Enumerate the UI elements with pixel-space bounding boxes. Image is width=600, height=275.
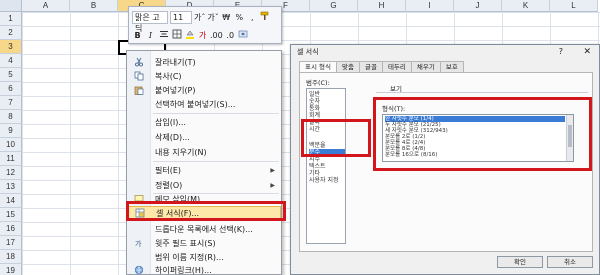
submenu-arrow-icon: ▶	[270, 181, 275, 189]
borders-icon[interactable]	[171, 29, 182, 42]
highlight-type-list	[373, 97, 592, 171]
menu-item-insert[interactable]: 삽입(I)...	[127, 115, 281, 129]
menu-separator	[153, 113, 279, 114]
menu-item-phonetic-field[interactable]: 가 윗주 필드 표시(S)	[127, 236, 281, 250]
category-item[interactable]: 지수	[309, 156, 345, 163]
fill-color-icon[interactable]	[184, 29, 195, 42]
select-all-corner[interactable]	[0, 0, 22, 12]
currency-button[interactable]: ₩	[221, 11, 232, 24]
context-menu: 잘라내기(T) 복사(C) 붙여넣기(P) 선택하여 붙여넣기(S)... 삽입…	[126, 50, 282, 275]
column-header-h[interactable]: H	[358, 0, 406, 12]
category-item[interactable]: 일반	[309, 91, 345, 98]
category-item[interactable]: 통화	[309, 105, 345, 112]
row-header-13[interactable]: 13	[0, 180, 22, 194]
row-header-9[interactable]: 9	[0, 124, 22, 138]
menu-item-paste-special[interactable]: 선택하여 붙여넣기(S)...	[127, 97, 281, 111]
column-header-k[interactable]: K	[502, 0, 550, 12]
column-header-g[interactable]: G	[310, 0, 358, 12]
highlight-format-cells	[126, 201, 286, 221]
close-button[interactable]: ✕	[583, 45, 591, 59]
menu-item-filter[interactable]: 필터(E) ▶	[127, 163, 281, 177]
menu-item-clear-contents[interactable]: 내용 지우기(N)	[127, 145, 281, 159]
inc-decimal-button[interactable]: .00	[210, 29, 223, 42]
menu-item-hyperlink[interactable]: 하이퍼링크(H)...	[127, 263, 281, 275]
menu-separator	[153, 161, 279, 162]
menu-item-define-name[interactable]: 범위 이름 지정(R)...	[127, 250, 281, 264]
font-name-box[interactable]: 맑은 고딕	[132, 10, 168, 33]
row-header-1[interactable]: 1	[0, 12, 22, 26]
row-header-7[interactable]: 7	[0, 96, 22, 110]
row-header-8[interactable]: 8	[0, 110, 22, 124]
merge-cells-icon[interactable]	[238, 29, 249, 42]
row-header-15[interactable]: 15	[0, 208, 22, 222]
comma-button[interactable]: ,	[247, 11, 258, 24]
category-item[interactable]: 텍스트	[309, 163, 345, 170]
category-list[interactable]: 일반 숫자 통화 회계 날짜 시간 백분율 분수 지수 텍스트 기타 사용자 지…	[306, 88, 346, 244]
highlight-fraction-category	[301, 119, 371, 157]
help-button[interactable]: ?	[559, 45, 563, 59]
tab-alignment[interactable]: 맞춤	[336, 61, 360, 72]
column-header-a[interactable]: A	[22, 0, 70, 12]
tab-number[interactable]: 표시 형식	[299, 61, 337, 72]
shrink-font-button[interactable]: 가ˇ	[207, 11, 218, 24]
grow-font-button[interactable]: 가ˆ	[194, 11, 205, 24]
row-header-16[interactable]: 16	[0, 222, 22, 236]
menu-item-delete[interactable]: 삭제(D)...	[127, 130, 281, 144]
row-header-11[interactable]: 11	[0, 152, 22, 166]
cut-icon	[127, 55, 151, 69]
row-header-18[interactable]: 18	[0, 250, 22, 264]
row-header-12[interactable]: 12	[0, 166, 22, 180]
tab-border[interactable]: 테두리	[381, 61, 412, 72]
ok-button[interactable]: 확인	[497, 256, 543, 268]
row-header-5[interactable]: 5	[0, 68, 22, 82]
copy-icon	[127, 69, 151, 83]
font-size-box[interactable]: 11	[170, 10, 192, 24]
hyperlink-icon	[127, 263, 151, 275]
row-header-3[interactable]: 3	[0, 40, 22, 54]
category-item[interactable]: 숫자	[309, 98, 345, 105]
preview-box	[376, 92, 588, 93]
column-header-i[interactable]: I	[406, 0, 454, 12]
font-color-label: 가	[198, 30, 207, 40]
percent-button[interactable]: %	[234, 11, 245, 24]
column-header-b[interactable]: B	[70, 0, 118, 12]
mini-toolbar: 맑은 고딕 11 가ˆ 가ˇ ₩ % , B I 가 .00 .0	[128, 6, 282, 44]
category-item[interactable]: 회계	[309, 112, 345, 119]
row-header-2[interactable]: 2	[0, 26, 22, 40]
category-item[interactable]: 기타	[309, 170, 345, 177]
column-header-j[interactable]: J	[454, 0, 502, 12]
row-header-6[interactable]: 6	[0, 82, 22, 96]
dialog-tabs: 표시 형식 맞춤 글꼴 테두리 채우기 보호	[299, 61, 464, 72]
align-center-icon[interactable]	[158, 29, 169, 42]
category-item[interactable]: 사용자 지정	[309, 177, 345, 184]
bold-button[interactable]: B	[132, 29, 143, 42]
menu-item-copy[interactable]: 복사(C)	[127, 69, 281, 83]
paste-icon	[127, 83, 151, 97]
category-label: 범주(C):	[306, 79, 330, 87]
column-header-l[interactable]: L	[550, 0, 598, 12]
submenu-arrow-icon: ▶	[270, 166, 275, 174]
row-header-17[interactable]: 17	[0, 236, 22, 250]
tab-font[interactable]: 글꼴	[358, 61, 383, 72]
menu-item-sort[interactable]: 정렬(O) ▶	[127, 178, 281, 192]
row-header-10[interactable]: 10	[0, 138, 22, 152]
dec-decimal-button[interactable]: .0	[225, 29, 236, 42]
row-header-19[interactable]: 19	[0, 264, 22, 275]
format-painter-icon[interactable]	[260, 11, 271, 24]
menu-item-pick-from-list[interactable]: 드롭다운 목록에서 선택(K)...	[127, 222, 281, 236]
svg-text:가: 가	[135, 239, 142, 248]
italic-button[interactable]: I	[145, 29, 156, 42]
tab-protection[interactable]: 보호	[439, 61, 464, 72]
font-color-button[interactable]: 가	[197, 29, 208, 42]
tab-fill[interactable]: 채우기	[410, 61, 441, 72]
phonetic-icon: 가	[127, 236, 151, 250]
menu-item-paste[interactable]: 붙여넣기(P)	[127, 83, 281, 97]
row-header-4[interactable]: 4	[0, 54, 22, 68]
cancel-button[interactable]: 취소	[547, 256, 593, 268]
dialog-title: 셀 서식	[291, 45, 599, 59]
menu-item-cut[interactable]: 잘라내기(T)	[127, 55, 281, 69]
row-header-14[interactable]: 14	[0, 194, 22, 208]
